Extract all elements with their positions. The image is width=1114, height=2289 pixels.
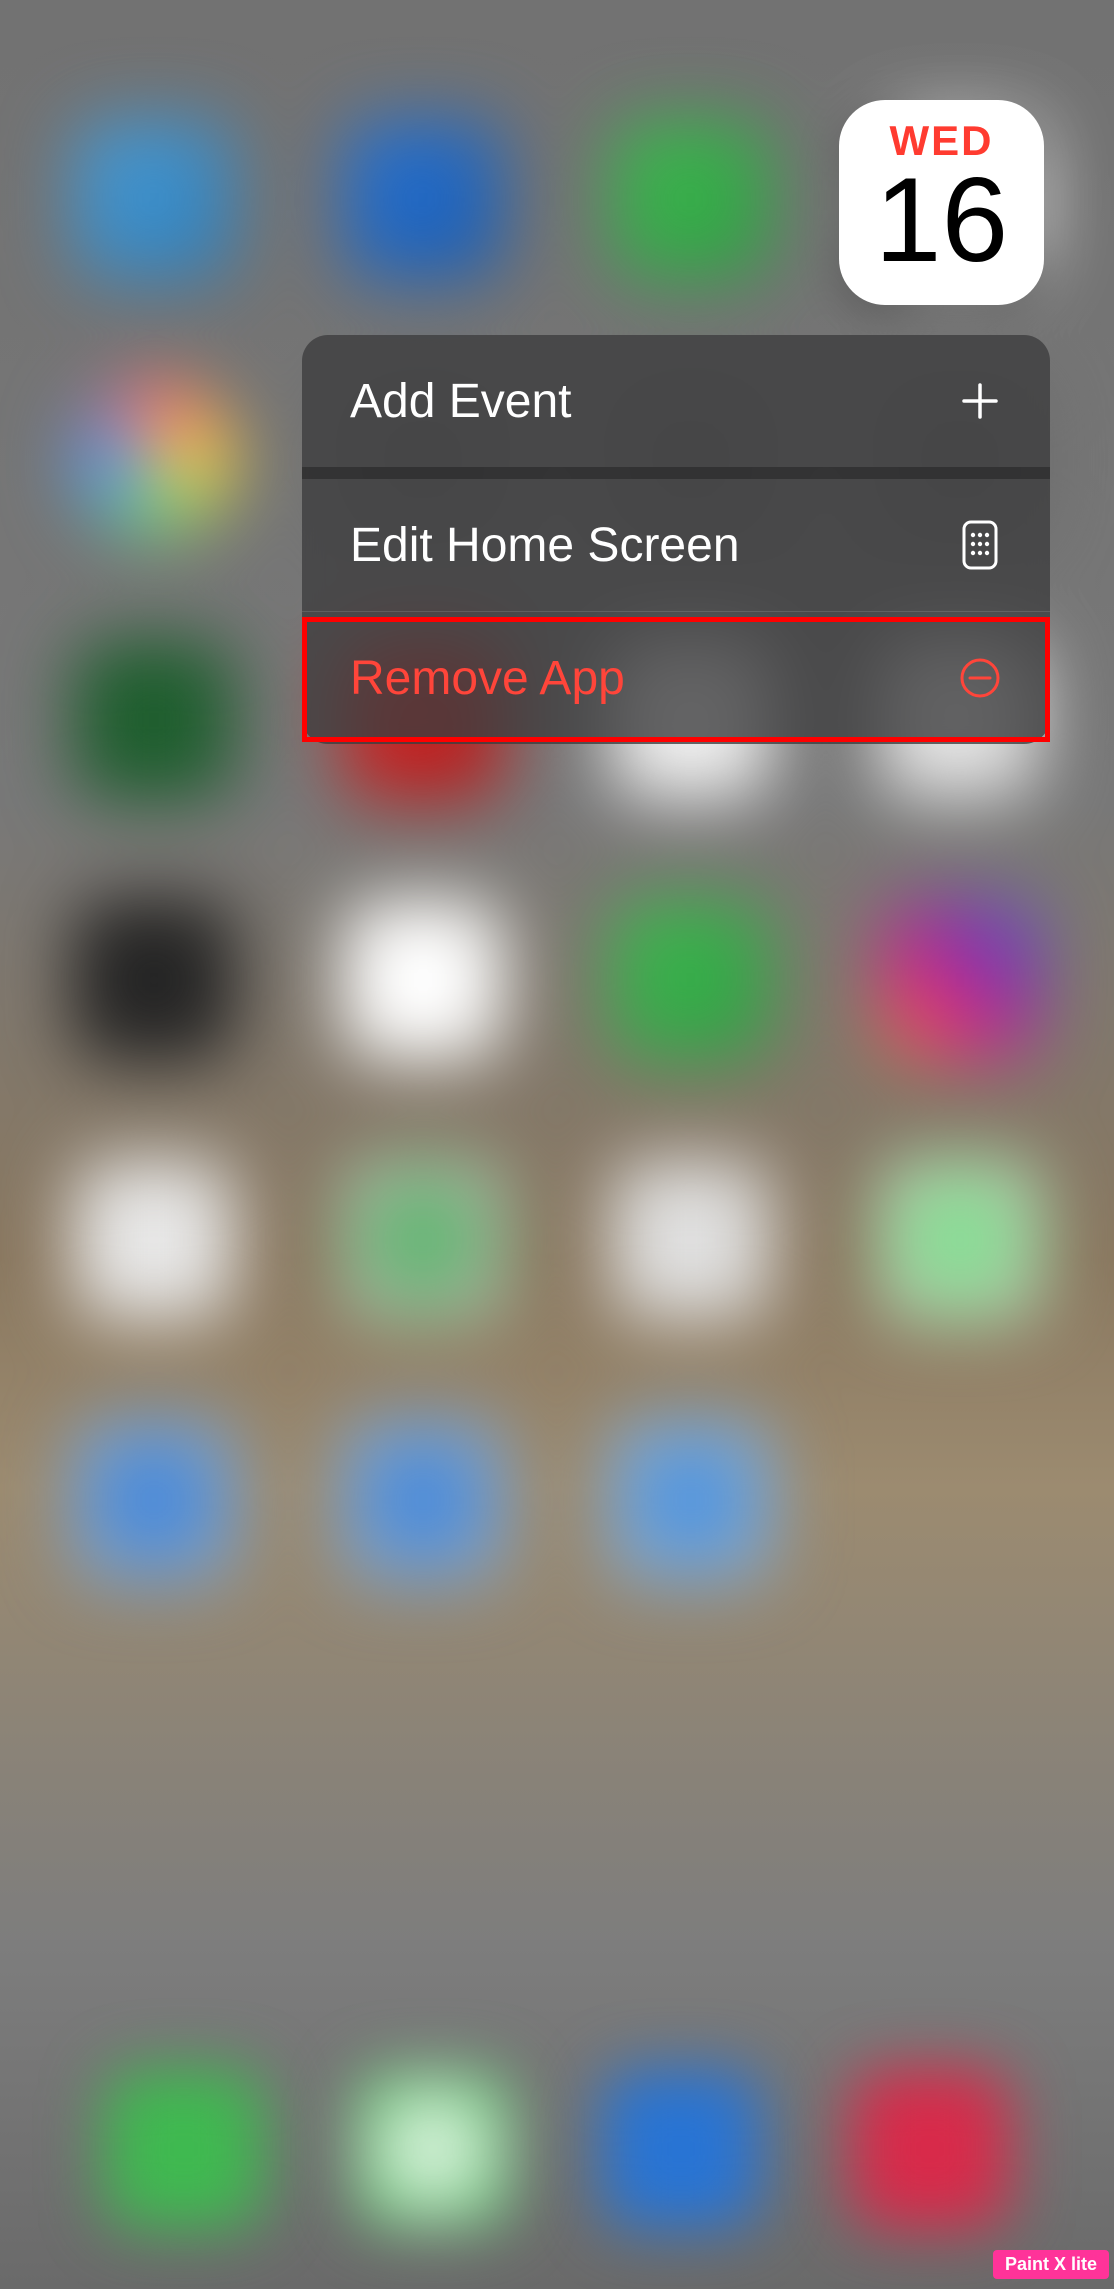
phone-icon (958, 523, 1002, 567)
dock (0, 2009, 1114, 2289)
menu-item-label: Add Event (350, 374, 571, 429)
context-menu: Add Event Edit Home Screen (302, 335, 1050, 744)
menu-item-edit-home-screen[interactable]: Edit Home Screen (302, 479, 1050, 611)
calendar-app-icon[interactable]: WED 16 (839, 100, 1044, 305)
minus-circle-icon (958, 656, 1002, 700)
menu-item-add-event[interactable]: Add Event (302, 335, 1050, 467)
calendar-day-number: 16 (875, 160, 1008, 280)
menu-item-label: Remove App (350, 651, 625, 706)
watermark: Paint X lite (993, 2250, 1109, 2279)
menu-separator (302, 467, 1050, 479)
menu-item-remove-app[interactable]: Remove App (302, 612, 1050, 744)
menu-item-label: Edit Home Screen (350, 518, 740, 573)
plus-icon (958, 379, 1002, 423)
